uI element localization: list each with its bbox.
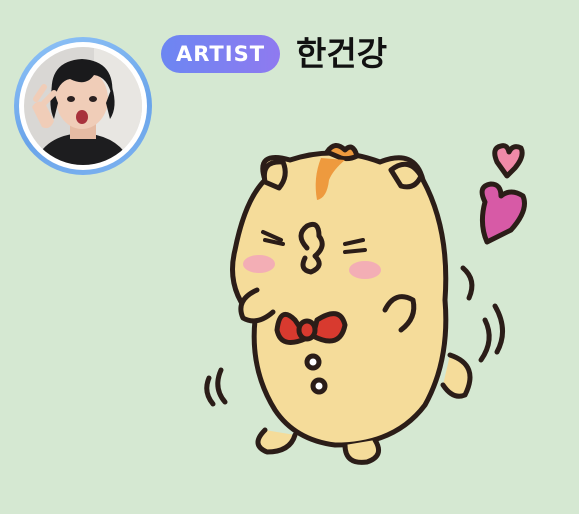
artist-badge: ARTIST <box>161 35 280 73</box>
username: 한건강 <box>296 34 388 73</box>
avatar[interactable] <box>14 37 152 175</box>
avatar-border <box>19 42 147 170</box>
avatar-photo <box>24 47 142 165</box>
hamster-kiss-sticker-icon <box>195 140 555 480</box>
